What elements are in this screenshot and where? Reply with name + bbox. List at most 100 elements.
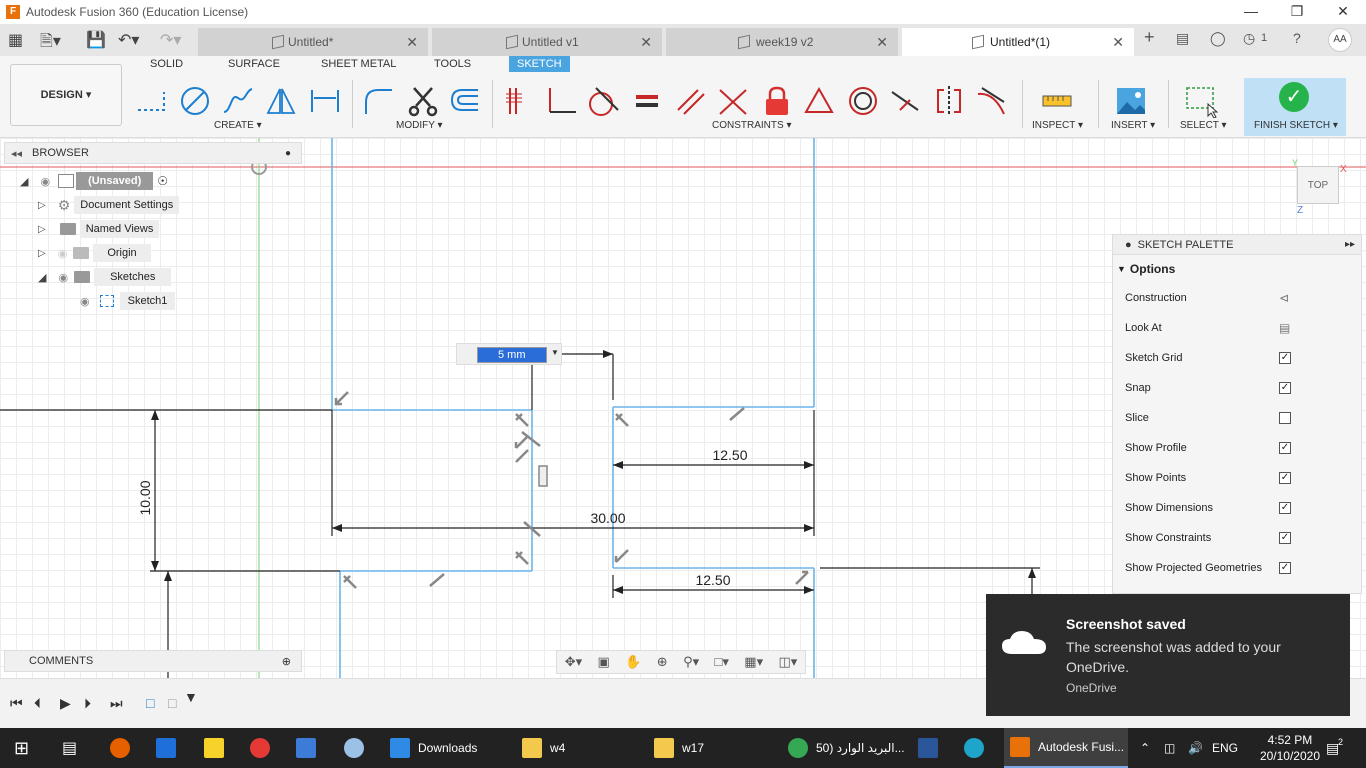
checkbox[interactable]: ✓ xyxy=(1279,382,1291,394)
user-avatar[interactable]: AA xyxy=(1328,28,1352,52)
create-menu[interactable]: CREATE ▾ xyxy=(214,120,262,131)
workspace-switcher-button[interactable]: DESIGN ▾ xyxy=(10,64,122,126)
close-tab-icon[interactable]: ✕ xyxy=(406,34,418,51)
checkbox[interactable]: ✓ xyxy=(1279,442,1291,454)
symmetry-constraint-icon[interactable] xyxy=(932,84,966,118)
look-at-icon[interactable]: ▤ xyxy=(1279,321,1290,335)
tree-root[interactable]: ◢ ◉ (Unsaved) ☉ xyxy=(20,170,168,192)
volume-icon[interactable]: 🔊 xyxy=(1188,728,1203,768)
tree-origin[interactable]: ▷ ◉ Origin xyxy=(38,242,151,264)
checkbox[interactable]: ✓ xyxy=(1279,472,1291,484)
timeline-marker-icon[interactable]: ▼ xyxy=(184,689,198,705)
add-comment-icon[interactable]: ⊕ xyxy=(282,655,291,668)
system-clock[interactable]: 4:52 PM 20/10/2020 xyxy=(1260,732,1320,764)
word-icon[interactable] xyxy=(918,728,946,768)
select-box-icon[interactable] xyxy=(1184,84,1218,118)
close-tab-icon[interactable]: ✕ xyxy=(1112,34,1124,51)
paint-icon[interactable] xyxy=(344,728,372,768)
perpendicular-cross-icon[interactable] xyxy=(716,84,750,118)
file-menu-icon[interactable]: 🗎▾ xyxy=(40,30,61,57)
app-red-icon[interactable] xyxy=(250,728,278,768)
task-view-icon[interactable]: ▤ xyxy=(62,728,77,768)
undo-icon[interactable]: ↶▾ xyxy=(118,30,139,50)
hidden-eye-icon[interactable]: ◉ xyxy=(58,247,68,260)
tab-surface[interactable]: SURFACE xyxy=(228,58,280,70)
sketch-palette-header[interactable]: ● SKETCH PALETTE ▸▸ xyxy=(1113,235,1361,255)
save-icon[interactable]: 💾 xyxy=(86,30,106,50)
active-radio-icon[interactable]: ☉ xyxy=(157,174,168,188)
close-button[interactable]: ✕ xyxy=(1320,0,1366,24)
palette-row-show-dimensions[interactable]: Show Dimensions ✓ xyxy=(1113,493,1361,523)
tab-untitled-v1[interactable]: Untitled v1 ✕ xyxy=(432,28,662,56)
tab-untitled[interactable]: Untitled* ✕ xyxy=(198,28,428,56)
tree-sketches[interactable]: ◢ ◉ Sketches xyxy=(38,266,172,288)
visibility-eye-icon[interactable]: ◉ xyxy=(40,175,50,188)
viewports-icon[interactable]: ◫▾ xyxy=(778,654,797,670)
equal-constraint-icon[interactable] xyxy=(630,84,664,118)
collapse-triangle-icon[interactable]: ◢ xyxy=(20,175,28,188)
windows-start-icon[interactable]: ⊞ xyxy=(14,728,29,768)
step-forward-icon[interactable]: ⏵ xyxy=(84,695,91,712)
construction-icon[interactable]: ⊲ xyxy=(1279,291,1289,305)
collapse-triangle-icon[interactable]: ◢ xyxy=(38,271,46,284)
circle-tool-icon[interactable] xyxy=(178,84,212,118)
close-tab-icon[interactable]: ✕ xyxy=(640,34,652,51)
minimize-button[interactable]: — xyxy=(1228,0,1274,24)
concentric-constraint-icon[interactable] xyxy=(846,84,880,118)
dimension-dropdown-icon[interactable]: ▼ xyxy=(551,348,559,357)
palette-row-sketch-grid[interactable]: Sketch Grid ✓ xyxy=(1113,343,1361,373)
trim-scissors-icon[interactable] xyxy=(406,84,440,118)
expand-triangle-icon[interactable]: ▷ xyxy=(38,200,46,211)
collapse-circle-icon[interactable]: ● xyxy=(1125,239,1132,251)
fix-lock-icon[interactable] xyxy=(760,84,794,118)
spline-tool-icon[interactable] xyxy=(221,84,255,118)
go-to-end-icon[interactable]: ⏭ xyxy=(110,695,123,712)
palette-row-snap[interactable]: Snap ✓ xyxy=(1113,373,1361,403)
look-at-icon[interactable]: ▣ xyxy=(598,654,610,670)
taskbar-w17[interactable]: w17 xyxy=(650,728,768,768)
finish-sketch-button[interactable]: ✓ FINISH SKETCH ▾ xyxy=(1244,78,1346,136)
palette-row-slice[interactable]: Slice xyxy=(1113,403,1361,433)
collapse-arrows-icon[interactable]: ◂◂ xyxy=(11,147,22,160)
options-section[interactable]: ▼ Options xyxy=(1113,255,1361,283)
taskbar-chrome[interactable]: البريد الوارد (50... xyxy=(784,728,906,768)
mail-icon[interactable] xyxy=(156,728,184,768)
sticky-notes-icon[interactable] xyxy=(204,728,232,768)
tab-week19[interactable]: week19 v2 ✕ xyxy=(666,28,898,56)
parallel-constraint-icon[interactable] xyxy=(674,84,708,118)
help-icon[interactable]: ? xyxy=(1293,30,1301,46)
expand-triangle-icon[interactable]: ▷ xyxy=(38,224,46,235)
close-tab-icon[interactable]: ✕ xyxy=(876,34,888,51)
sketch-dimension-icon[interactable] xyxy=(308,84,342,118)
display-settings-icon[interactable]: □▾ xyxy=(715,654,729,670)
taskbar-downloads[interactable]: Downloads xyxy=(386,728,502,768)
viewcube-top[interactable]: TOP xyxy=(1297,166,1339,204)
visibility-eye-icon[interactable]: ◉ xyxy=(80,295,90,308)
fit-zoom-icon[interactable]: ⚲▾ xyxy=(683,654,699,670)
insert-image-icon[interactable] xyxy=(1114,84,1148,118)
mirror-tool-icon[interactable] xyxy=(264,84,298,118)
language-indicator[interactable]: ENG xyxy=(1212,728,1238,768)
triangle-constraint-icon[interactable] xyxy=(802,84,836,118)
midpoint-constraint-icon[interactable] xyxy=(888,84,922,118)
tree-sketch1[interactable]: ◉ Sketch1 xyxy=(80,290,176,312)
edge-icon[interactable] xyxy=(964,728,992,768)
comments-icon[interactable]: ▤ xyxy=(1176,30,1189,47)
job-status-icon[interactable]: ◷ xyxy=(1243,30,1255,47)
palette-row-look-at[interactable]: Look At ▤ xyxy=(1113,313,1361,343)
tab-sketch[interactable]: SKETCH xyxy=(509,56,570,72)
tree-named-views[interactable]: ▷ Named Views xyxy=(38,218,160,240)
palette-row-construction[interactable]: Construction ⊲ xyxy=(1113,283,1361,313)
tree-document-settings[interactable]: ▷ ⚙ Document Settings xyxy=(38,194,180,216)
go-to-start-icon[interactable]: ⏮ xyxy=(10,695,23,712)
visibility-eye-icon[interactable]: ◉ xyxy=(58,271,68,284)
select-menu[interactable]: SELECT ▾ xyxy=(1180,120,1227,131)
tab-solid[interactable]: SOLID xyxy=(150,58,183,70)
modify-menu[interactable]: MODIFY ▾ xyxy=(396,120,443,131)
checkbox[interactable]: ✓ xyxy=(1279,352,1291,364)
network-icon[interactable]: ◫ xyxy=(1164,728,1175,768)
measure-tool-icon[interactable] xyxy=(1040,84,1074,118)
tab-tools[interactable]: TOOLS xyxy=(434,58,471,70)
step-back-icon[interactable]: ⏴ xyxy=(34,695,41,712)
checkbox[interactable]: ✓ xyxy=(1279,502,1291,514)
